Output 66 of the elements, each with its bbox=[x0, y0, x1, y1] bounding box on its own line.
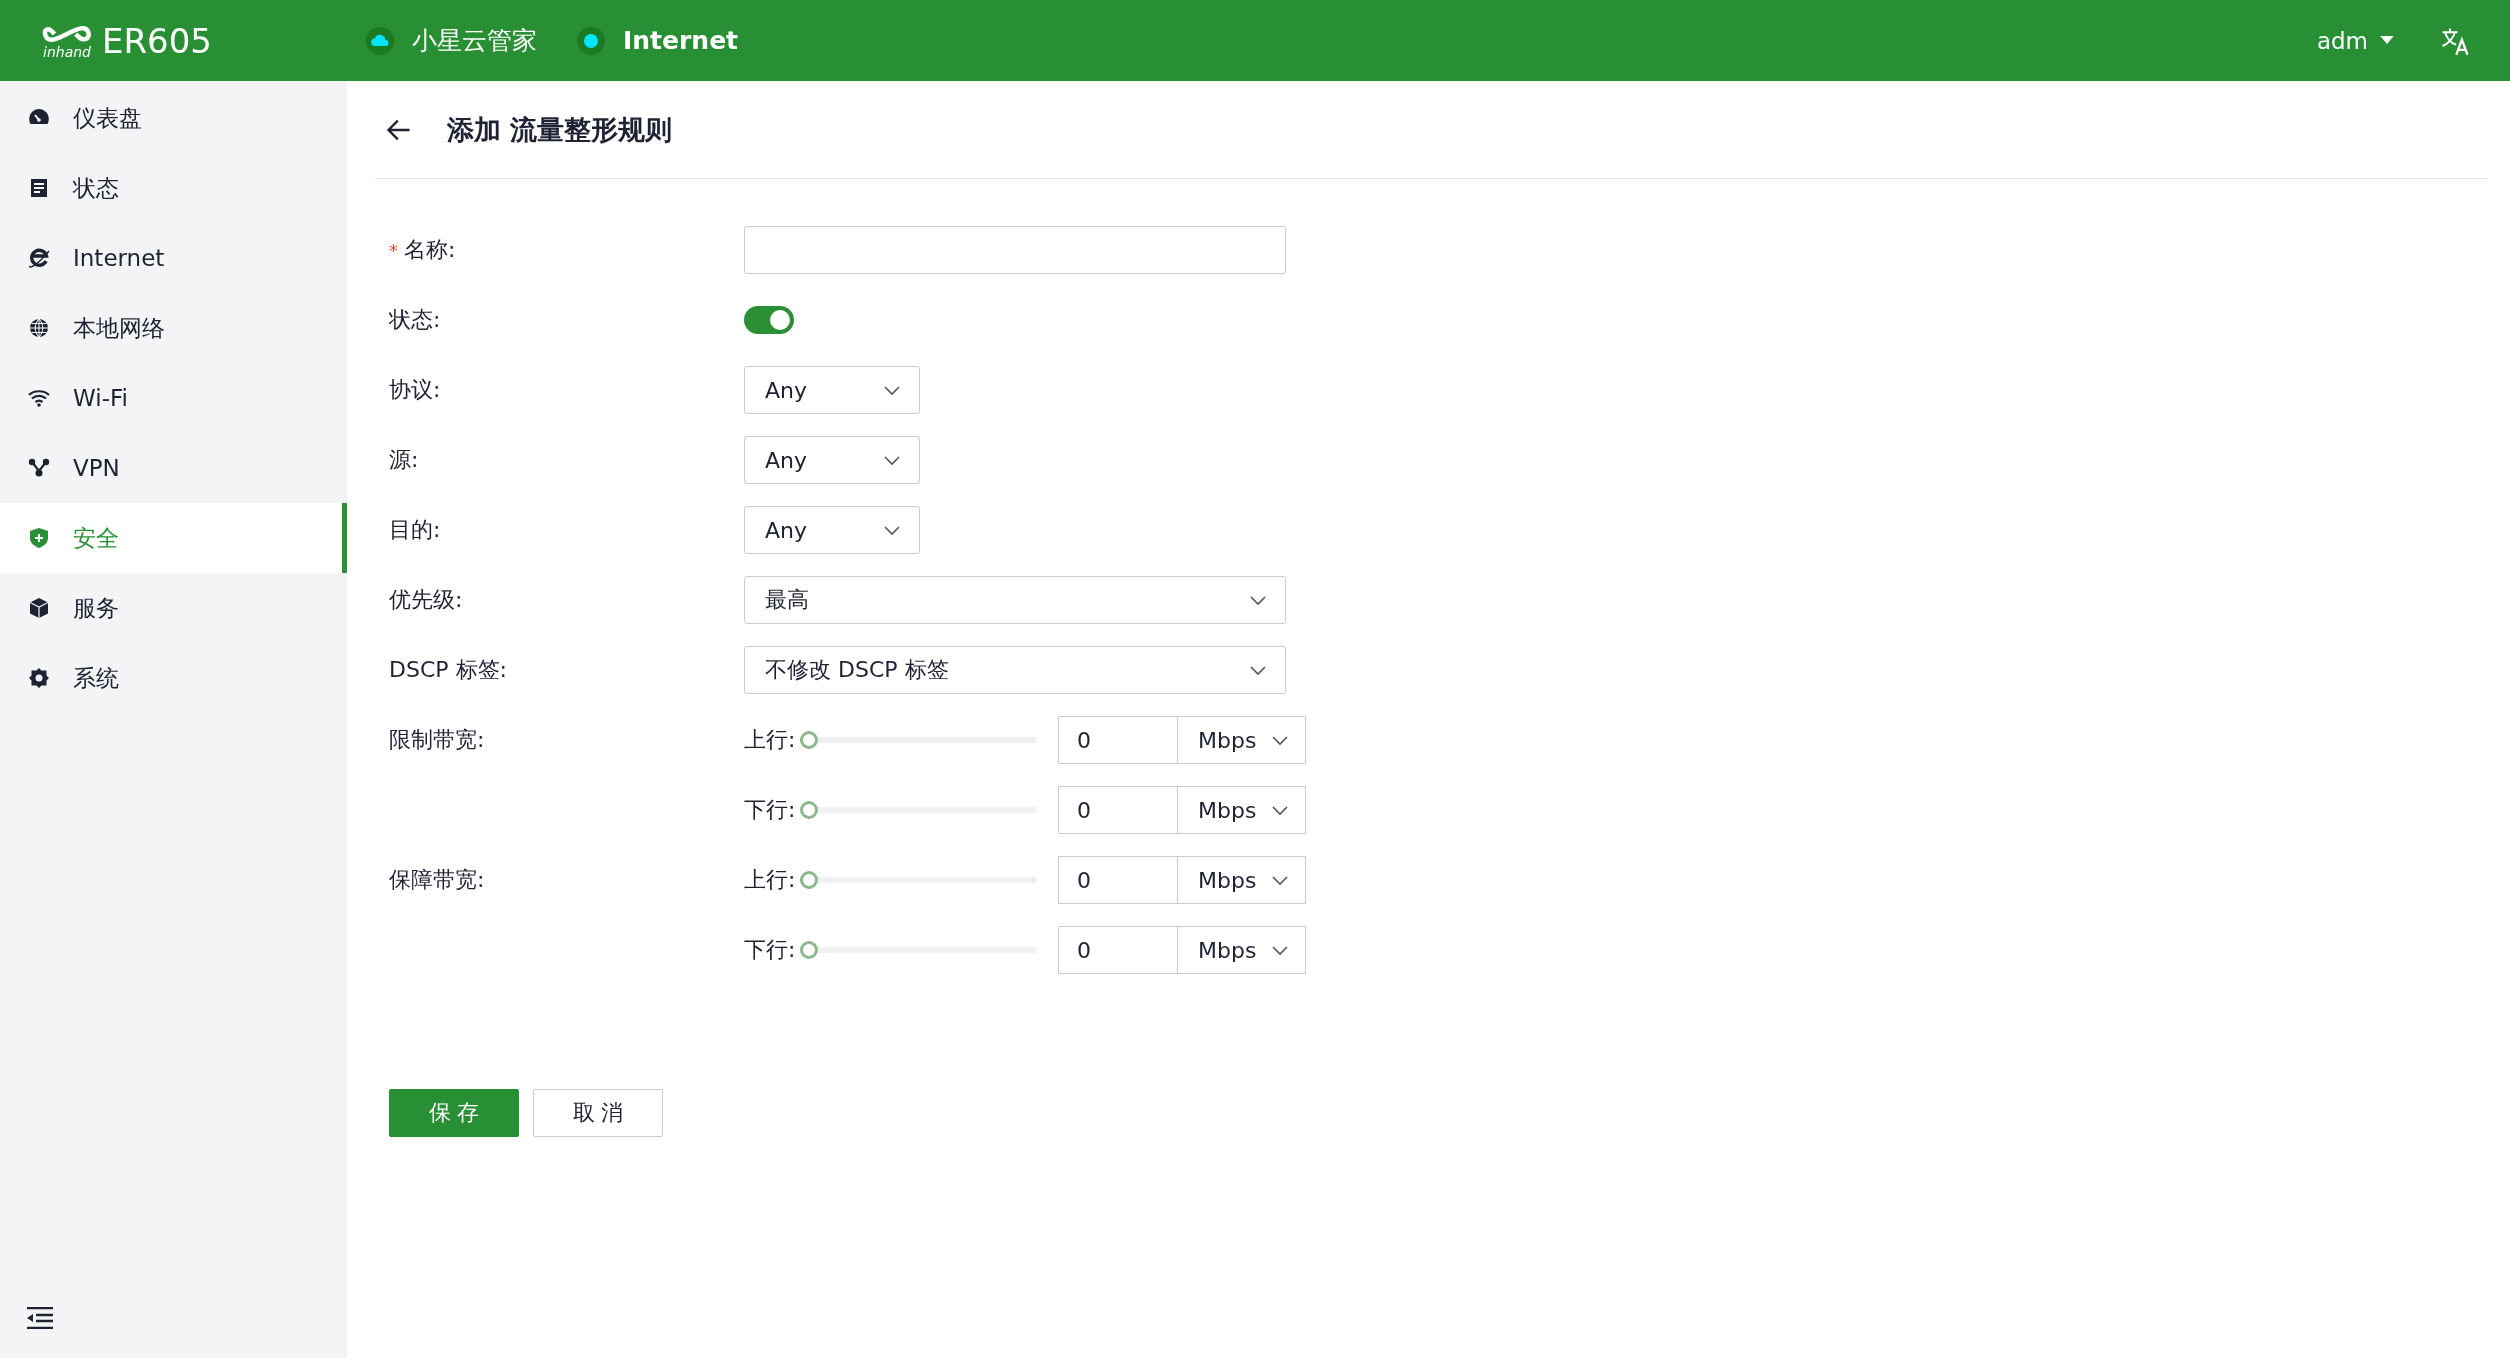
browser-icon bbox=[27, 246, 51, 270]
field-label: 协议: bbox=[389, 376, 441, 404]
caret-icon bbox=[2380, 36, 2394, 45]
chevron-down-icon bbox=[1249, 663, 1267, 677]
sidebar-item[interactable]: VPN bbox=[0, 433, 347, 503]
status-label: 小星云管家 bbox=[412, 25, 537, 57]
field-label: 目的: bbox=[389, 516, 441, 544]
chevron-down-icon bbox=[1249, 593, 1267, 607]
sidebar-item[interactable]: Wi-Fi bbox=[0, 363, 347, 433]
sidebar-item[interactable]: 系统 bbox=[0, 643, 347, 713]
status-toggle[interactable] bbox=[744, 306, 794, 334]
chevron-down-icon bbox=[1271, 803, 1289, 817]
field-label: 源: bbox=[389, 446, 419, 474]
field-label: DSCP 标签: bbox=[389, 656, 507, 684]
chevron-down-icon bbox=[1271, 733, 1289, 747]
chevron-down-icon bbox=[883, 523, 901, 537]
user-menu[interactable]: adm bbox=[2316, 27, 2394, 54]
dropdown[interactable]: 最高 bbox=[744, 576, 1286, 624]
sidebar-item[interactable]: 服务 bbox=[0, 573, 347, 643]
globe-icon bbox=[27, 316, 51, 340]
dropdown[interactable]: Any bbox=[744, 506, 920, 554]
collapse-menu-icon[interactable] bbox=[27, 1307, 53, 1329]
unit-dropdown[interactable]: Mbps bbox=[1177, 926, 1306, 974]
field-label: 限制带宽: bbox=[389, 726, 485, 754]
chevron-down-icon bbox=[1271, 943, 1289, 957]
logo-text: inhand bbox=[43, 44, 91, 59]
unit-dropdown[interactable]: Mbps bbox=[1177, 786, 1306, 834]
direction-label: 下行: bbox=[744, 796, 797, 824]
direction-label: 上行: bbox=[744, 866, 797, 894]
required-mark: * bbox=[389, 239, 398, 261]
sidebar-item[interactable]: 本地网络 bbox=[0, 293, 347, 363]
field-label: 优先级: bbox=[389, 586, 463, 614]
sidebar-item[interactable]: Internet bbox=[0, 223, 347, 293]
slider-thumb[interactable] bbox=[800, 731, 818, 749]
field-label: 保障带宽: bbox=[389, 866, 485, 894]
save-button[interactable]: 保 存 bbox=[389, 1089, 519, 1137]
chevron-down-icon bbox=[883, 383, 901, 397]
bandwidth-input-field[interactable]: 0 bbox=[1058, 786, 1177, 834]
direction-label: 上行: bbox=[744, 726, 797, 754]
direction-label: 下行: bbox=[744, 936, 797, 964]
field-label: 名称: bbox=[404, 236, 456, 264]
chevron-down-icon bbox=[883, 453, 901, 467]
bandwidth-input-field[interactable]: 0 bbox=[1058, 926, 1177, 974]
model-name: ER605 bbox=[102, 20, 212, 61]
settings-icon bbox=[27, 666, 51, 690]
sidebar-item[interactable]: 状态 bbox=[0, 153, 347, 223]
slider-thumb[interactable] bbox=[800, 871, 818, 889]
sidebar-item[interactable]: 仪表盘 bbox=[0, 83, 347, 153]
slider-thumb[interactable] bbox=[800, 801, 818, 819]
dropdown[interactable]: Any bbox=[744, 366, 920, 414]
bandwidth-input-field[interactable]: 0 bbox=[1058, 856, 1177, 904]
name-input-field[interactable] bbox=[744, 226, 1286, 274]
shield-icon bbox=[27, 526, 51, 550]
field-label: 状态: bbox=[389, 306, 441, 334]
dropdown[interactable]: Any bbox=[744, 436, 920, 484]
slider-thumb[interactable] bbox=[800, 941, 818, 959]
chevron-down-icon bbox=[1271, 873, 1289, 887]
cube-icon bbox=[27, 596, 51, 620]
status-label: Internet bbox=[623, 26, 739, 55]
sidebar-item[interactable]: 安全 bbox=[0, 503, 347, 573]
page-title: 添加 流量整形规则 bbox=[447, 112, 673, 147]
cancel-button[interactable]: 取 消 bbox=[533, 1089, 663, 1137]
dropdown[interactable]: 不修改 DSCP 标签 bbox=[744, 646, 1286, 694]
unit-dropdown[interactable]: Mbps bbox=[1177, 856, 1306, 904]
bandwidth-input-field[interactable]: 0 bbox=[1058, 716, 1177, 764]
unit-dropdown[interactable]: Mbps bbox=[1177, 716, 1306, 764]
